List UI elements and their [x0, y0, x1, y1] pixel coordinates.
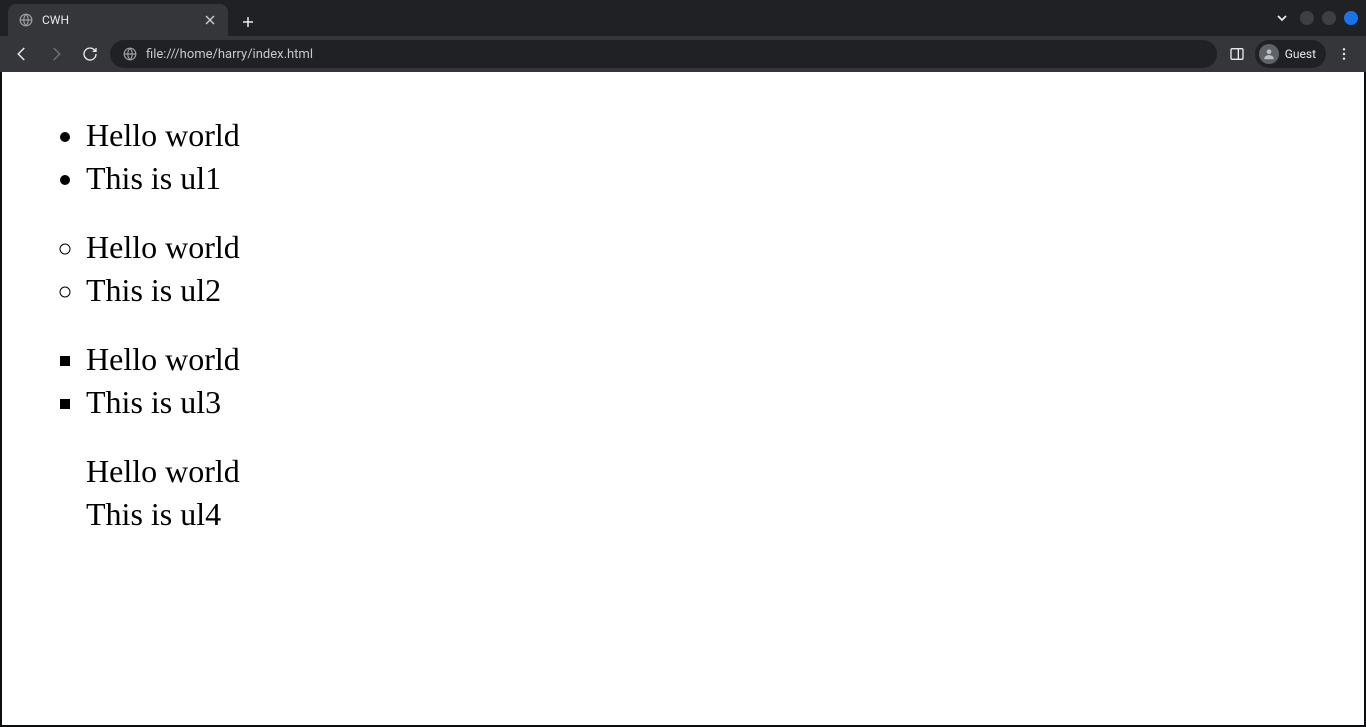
side-panel-icon[interactable] — [1223, 40, 1251, 68]
browser-window: CWH fi — [0, 0, 1366, 727]
tab-title: CWH — [42, 13, 194, 27]
ul1: Hello world This is ul1 — [66, 114, 1340, 200]
toolbar: file:///home/harry/index.html Guest — [0, 36, 1366, 72]
forward-button[interactable] — [42, 40, 70, 68]
page-viewport: Hello world This is ul1 Hello world This… — [0, 72, 1366, 727]
maximize-window-icon[interactable] — [1322, 11, 1336, 25]
address-bar[interactable]: file:///home/harry/index.html — [110, 40, 1217, 68]
list-item: This is ul1 — [86, 157, 1340, 200]
list-item: This is ul4 — [86, 493, 1340, 536]
profile-button[interactable]: Guest — [1255, 40, 1326, 68]
list-item: Hello world — [86, 114, 1340, 157]
window-controls — [1272, 0, 1366, 36]
ul2: Hello world This is ul2 — [66, 226, 1340, 312]
ul3: Hello world This is ul3 — [66, 338, 1340, 424]
tab-search-icon[interactable] — [1272, 12, 1292, 24]
back-button[interactable] — [8, 40, 36, 68]
list-item: Hello world — [86, 226, 1340, 269]
avatar-icon — [1259, 44, 1279, 64]
close-tab-icon[interactable] — [202, 12, 218, 28]
url-text: file:///home/harry/index.html — [146, 47, 1205, 62]
list-item: Hello world — [86, 450, 1340, 493]
site-info-icon[interactable] — [122, 46, 138, 62]
menu-icon[interactable] — [1330, 40, 1358, 68]
ul4: Hello world This is ul4 — [66, 450, 1340, 536]
globe-icon — [18, 12, 34, 28]
list-item: Hello world — [86, 338, 1340, 381]
close-window-icon[interactable] — [1344, 11, 1358, 25]
new-tab-button[interactable] — [234, 8, 262, 36]
tab-active[interactable]: CWH — [8, 4, 228, 36]
list-item: This is ul3 — [86, 381, 1340, 424]
list-item: This is ul2 — [86, 269, 1340, 312]
tab-strip: CWH — [0, 0, 1366, 36]
minimize-window-icon[interactable] — [1300, 11, 1314, 25]
profile-label: Guest — [1285, 47, 1316, 61]
toolbar-right: Guest — [1223, 40, 1358, 68]
reload-button[interactable] — [76, 40, 104, 68]
